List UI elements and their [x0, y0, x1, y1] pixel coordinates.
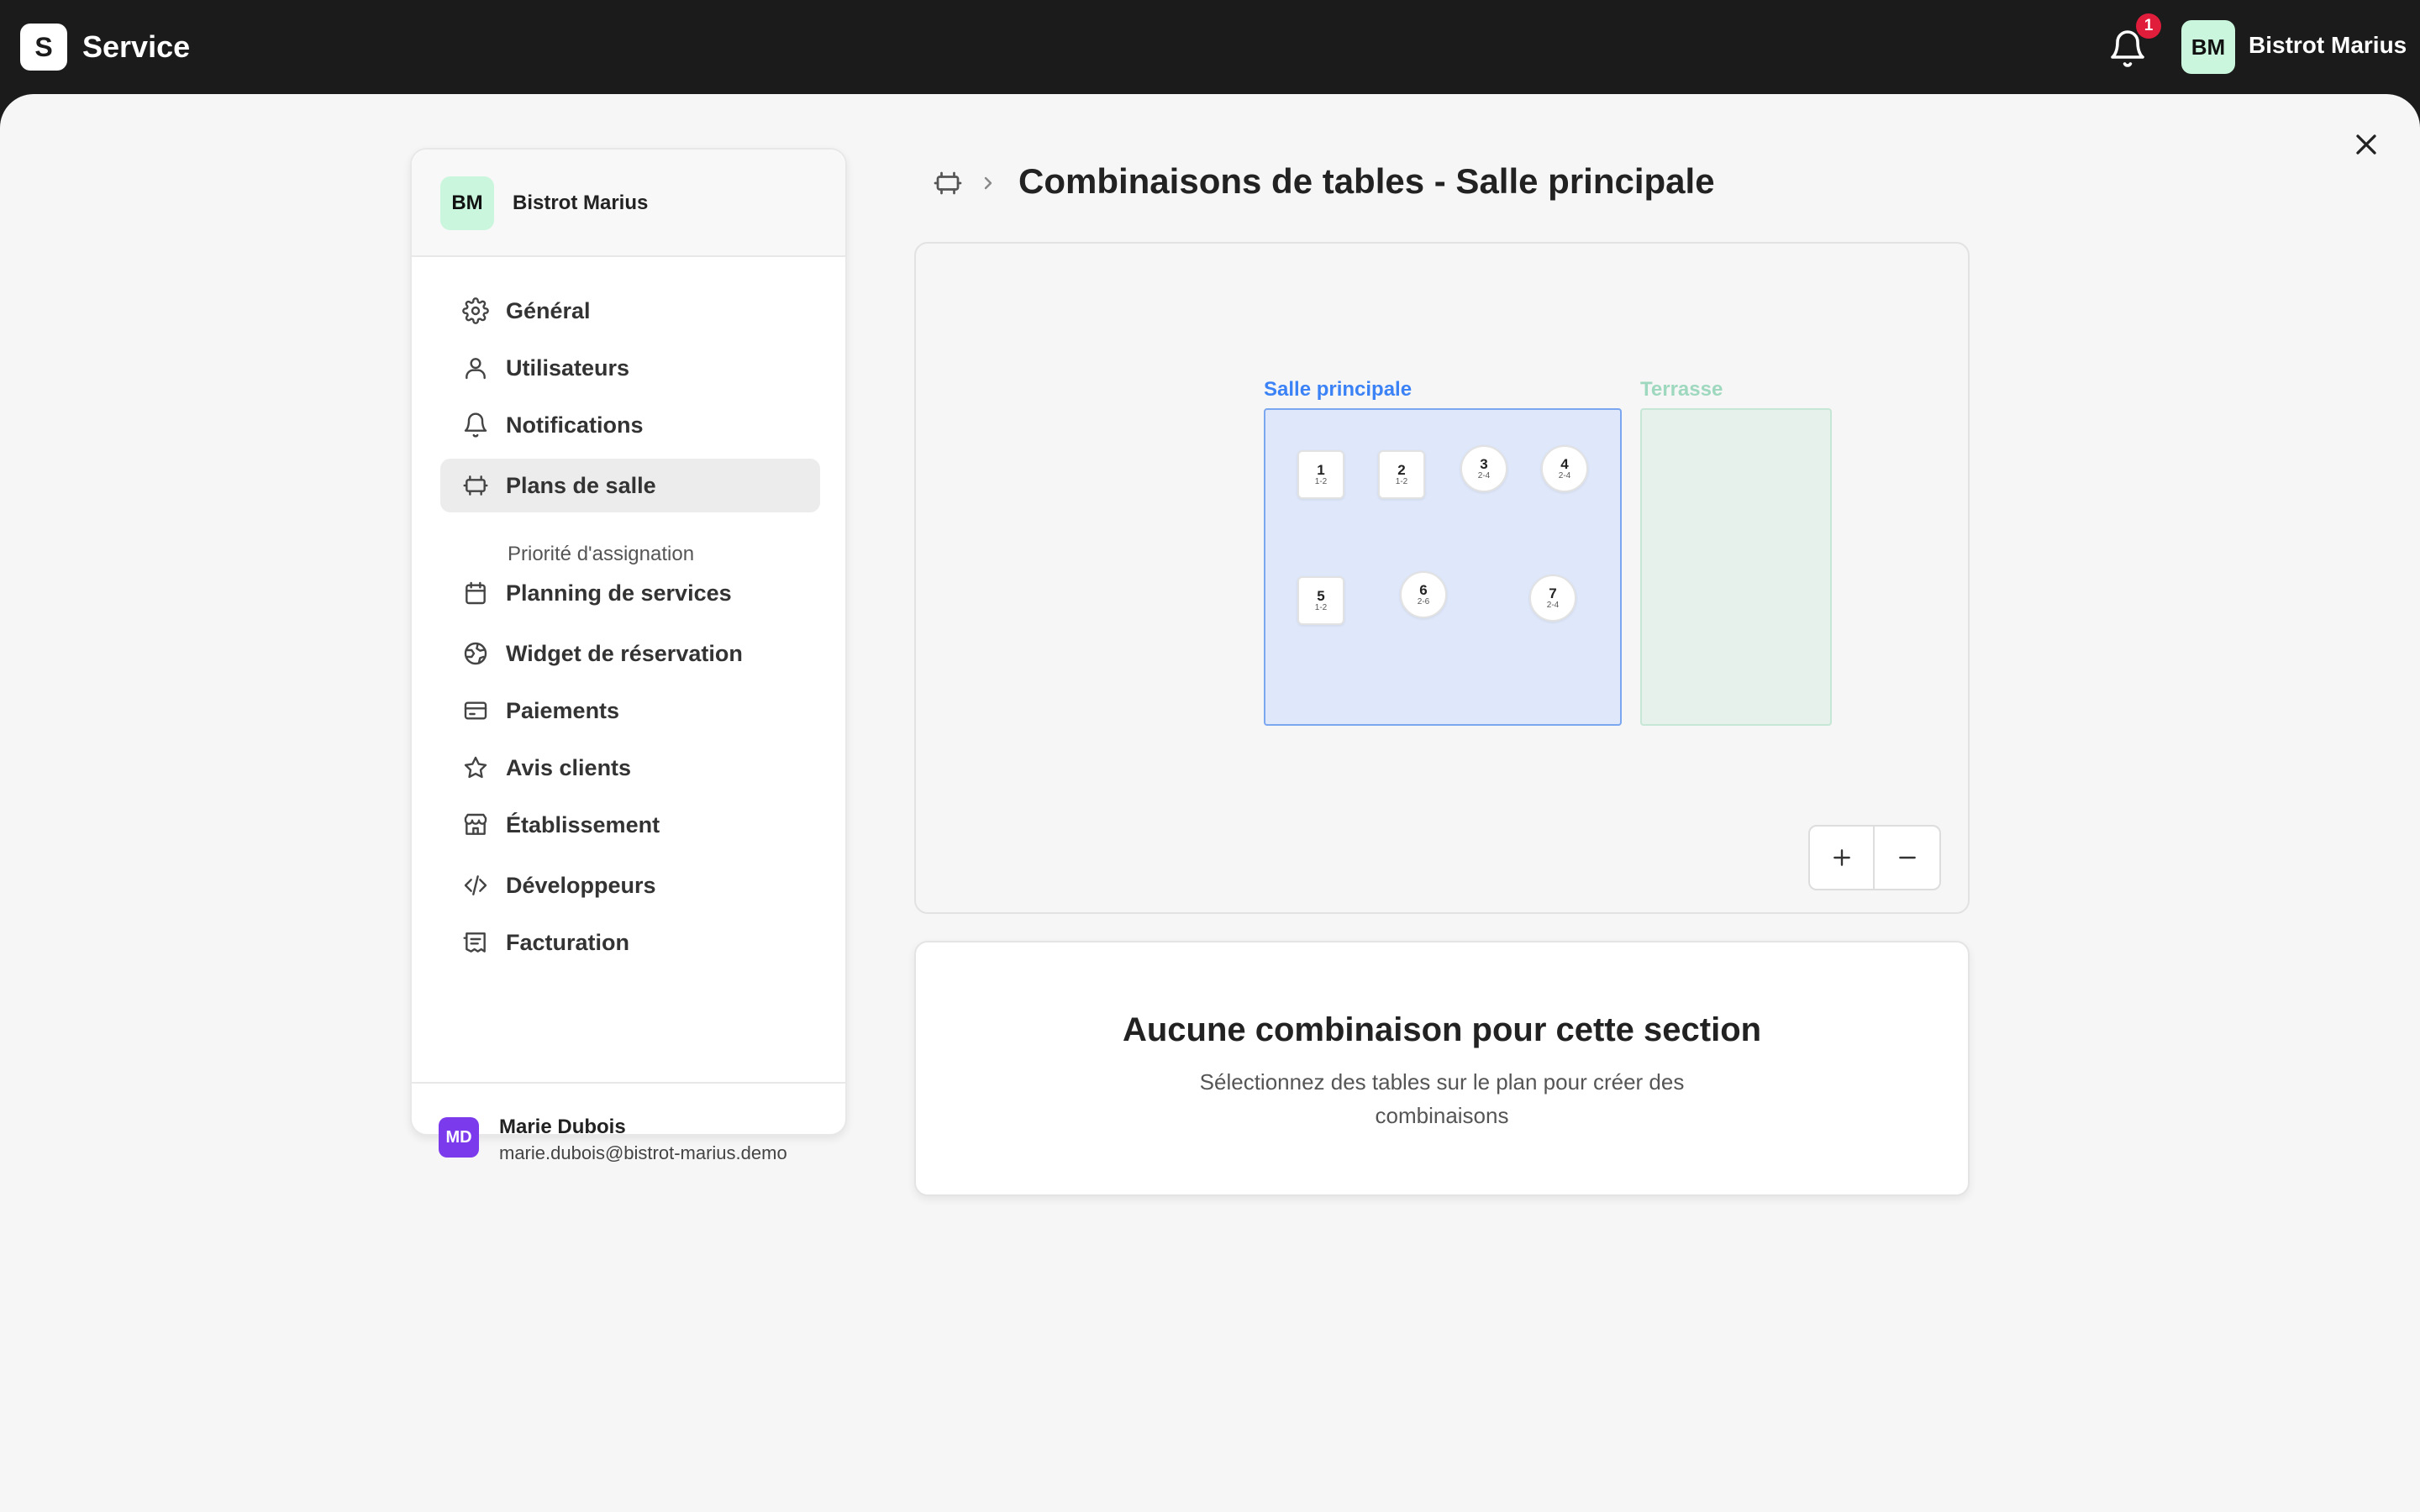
- table-number: 2: [1397, 462, 1406, 478]
- table-capacity: 2-4: [1477, 471, 1491, 480]
- user-icon: [466, 358, 486, 380]
- table-capacity: 2-4: [1546, 601, 1560, 610]
- empty-state-text: Sélectionnez des tables sur le plan pour…: [1199, 1069, 1685, 1128]
- minus-icon: [1898, 856, 1916, 859]
- sidebar-item-label: Widget de réservation: [506, 640, 743, 666]
- sidebar-item-booking-widget[interactable]: Widget de réservation: [440, 627, 820, 680]
- settings-sheet: BM Bistrot Marius Général Utilisateurs N…: [0, 94, 2420, 1512]
- sidebar-item-floor-plans[interactable]: Plans de salle: [440, 459, 820, 512]
- table-6[interactable]: 6 2-6: [1400, 571, 1447, 618]
- sidebar-item-label: Développeurs: [506, 872, 656, 898]
- sidebar-item-label: Général: [506, 297, 591, 323]
- sidebar-item-label: Facturation: [506, 929, 630, 955]
- table-number: 7: [1549, 585, 1557, 601]
- table-5[interactable]: 5 1-2: [1297, 576, 1344, 625]
- credit-card-icon: [464, 701, 487, 720]
- user-email: marie.dubois@bistrot-marius.demo: [499, 1142, 787, 1163]
- receipt-icon: [463, 932, 486, 953]
- globe-icon: [464, 642, 487, 665]
- table-capacity: 1-2: [1314, 603, 1328, 612]
- chevron-right-icon: [978, 170, 998, 197]
- sidebar-item-label: Notifications: [506, 412, 644, 438]
- sidebar-item-notifications[interactable]: Notifications: [440, 398, 820, 452]
- floor-plan-canvas[interactable]: Salle principale Terrasse 1 1-2 2 1-2 3 …: [914, 242, 1970, 914]
- section-area-salle-principale[interactable]: 1 1-2 2 1-2 3 2-4 4 2-4 5 1-2 6 2-6 7 2-…: [1264, 408, 1622, 726]
- table-number: 1: [1317, 462, 1325, 478]
- sidebar-item-service-planning[interactable]: Planning de services: [440, 566, 820, 620]
- store-icon: [464, 813, 487, 835]
- table-number: 3: [1480, 456, 1488, 472]
- user-avatar[interactable]: BM: [2181, 20, 2235, 74]
- gear-icon: [462, 297, 489, 324]
- sidebar-header: BM Bistrot Marius: [412, 150, 845, 257]
- sidebar-item-label: Plans de salle: [506, 472, 656, 498]
- empty-state-card: Aucune combinaison pour cette section Sé…: [914, 941, 1970, 1196]
- app-name: Service: [82, 29, 191, 64]
- app-logo: S: [20, 24, 67, 71]
- user-name[interactable]: Bistrot Marius: [2249, 32, 2407, 59]
- table-capacity: 1-2: [1314, 477, 1328, 486]
- code-icon: [464, 875, 487, 895]
- zoom-controls: [1808, 825, 1941, 890]
- page-title: Combinaisons de tables - Salle principal…: [1018, 161, 1715, 201]
- sidebar-subitem-assignment-priority[interactable]: Priorité d'assignation: [508, 543, 694, 566]
- user-name: Marie Dubois: [499, 1116, 626, 1138]
- table-3[interactable]: 3 2-4: [1460, 445, 1507, 492]
- sidebar-item-reviews[interactable]: Avis clients: [440, 741, 820, 795]
- sidebar-item-label: Établissement: [506, 811, 660, 837]
- top-bar: S Service 1 BM Bistrot Marius: [0, 0, 2420, 94]
- empty-state-title: Aucune combinaison pour cette section: [1122, 1011, 1762, 1048]
- calendar-icon: [466, 581, 486, 605]
- sidebar-item-billing[interactable]: Facturation: [440, 916, 820, 969]
- table-capacity: 2-6: [1417, 597, 1430, 606]
- section-area-terrasse[interactable]: [1640, 408, 1832, 726]
- floorplan-icon[interactable]: [933, 168, 963, 198]
- star-icon: [464, 756, 487, 779]
- table-number: 5: [1317, 588, 1325, 604]
- avatar: MD: [439, 1117, 479, 1158]
- org-name: Bistrot Marius: [513, 192, 649, 214]
- table-2[interactable]: 2 1-2: [1378, 450, 1425, 499]
- floorplan-icon: [463, 475, 488, 496]
- sidebar-item-label: Planning de services: [506, 580, 732, 606]
- bell-icon: [464, 412, 487, 438]
- sidebar-footer[interactable]: MD Marie Dubois marie.dubois@bistrot-mar…: [412, 1082, 845, 1189]
- zoom-out-button[interactable]: [1875, 827, 1939, 889]
- table-capacity: 2-4: [1558, 471, 1571, 480]
- table-number: 6: [1419, 582, 1428, 598]
- org-avatar: BM: [440, 176, 494, 230]
- settings-sidebar: BM Bistrot Marius Général Utilisateurs N…: [410, 148, 847, 1163]
- table-1[interactable]: 1 1-2: [1297, 450, 1344, 499]
- plus-icon: [1833, 849, 1850, 866]
- table-7[interactable]: 7 2-4: [1529, 575, 1576, 622]
- sidebar-item-payments[interactable]: Paiements: [440, 684, 820, 738]
- sidebar-item-users[interactable]: Utilisateurs: [440, 341, 820, 395]
- sidebar-item-developers[interactable]: Développeurs: [440, 858, 820, 912]
- table-number: 4: [1560, 456, 1569, 472]
- brand[interactable]: S Service: [20, 24, 190, 71]
- close-icon[interactable]: [2349, 128, 2383, 161]
- section-label-terrasse[interactable]: Terrasse: [1640, 378, 1723, 402]
- table-4[interactable]: 4 2-4: [1541, 445, 1588, 492]
- sidebar-item-label: Utilisateurs: [506, 354, 630, 381]
- table-capacity: 1-2: [1395, 477, 1408, 486]
- section-label-salle-principale[interactable]: Salle principale: [1264, 378, 1412, 402]
- sidebar-item-label: Paiements: [506, 697, 620, 723]
- zoom-in-button[interactable]: [1810, 827, 1876, 889]
- sidebar-item-general[interactable]: Général: [440, 284, 820, 338]
- sidebar-item-establishment[interactable]: Établissement: [440, 798, 820, 852]
- notification-badge: 1: [2136, 13, 2161, 39]
- sidebar-item-label: Avis clients: [506, 754, 632, 780]
